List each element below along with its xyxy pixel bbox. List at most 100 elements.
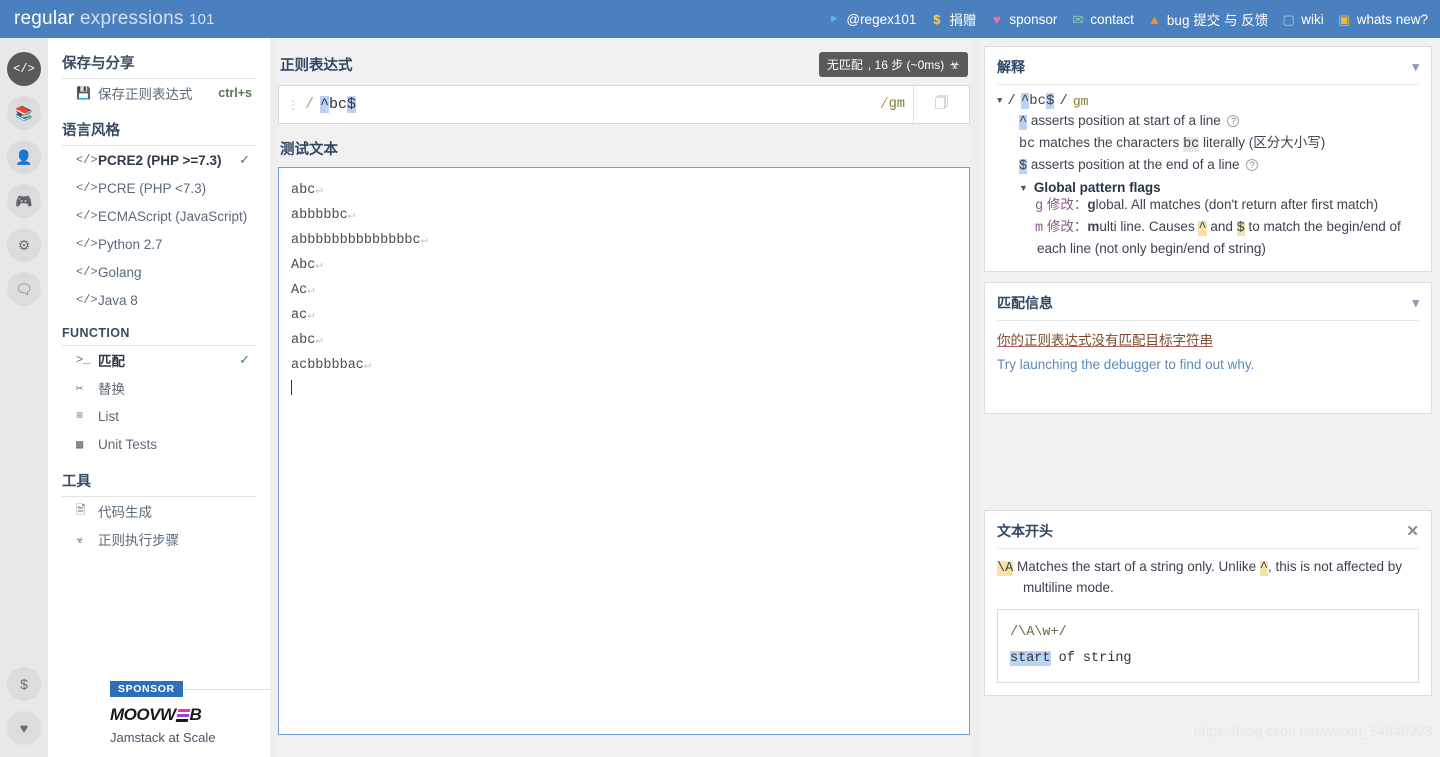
sidebar-function-list[interactable]: ≡ List bbox=[62, 402, 256, 430]
rail-code-button[interactable]: </> bbox=[7, 52, 41, 86]
launch-debugger-link[interactable]: Try launching the debugger to find out w… bbox=[997, 357, 1419, 372]
explanation-card: 解释 ▾ ▼ / ^bc$ / gm ^ asserts position at… bbox=[984, 46, 1432, 272]
sidebar-flavor-java[interactable]: </> Java 8 bbox=[62, 286, 256, 314]
sidebar-section-function: FUNCTION bbox=[62, 326, 256, 346]
regex-input-inner[interactable]: ⋮ / ^bc$ bbox=[279, 86, 880, 123]
sidebar-item-save-regex[interactable]: 💾 保存正则表达式 ctrl+s bbox=[62, 79, 256, 107]
debugger-icon: ☣ bbox=[949, 57, 960, 72]
example-match-highlight: start bbox=[1010, 651, 1051, 666]
expand-triangle-icon[interactable]: ▼ bbox=[997, 96, 1002, 106]
function-label: 匹配 bbox=[98, 354, 125, 369]
rail-account-button[interactable]: 👤 bbox=[7, 140, 41, 174]
sidebar-tool-debugger[interactable]: ☣ 正则执行步骤 bbox=[62, 525, 256, 553]
right-panel-column: 解释 ▾ ▼ / ^bc$ / gm ^ asserts position at… bbox=[982, 38, 1440, 757]
match-steps-badge[interactable]: 无匹配 , 16 步 (~0ms) ☣ bbox=[818, 52, 968, 77]
site-logo[interactable]: regular expressions 101 bbox=[14, 8, 215, 30]
test-line-text: acbbbbbac bbox=[291, 358, 364, 373]
explanation-title: 解释 bbox=[997, 59, 1025, 75]
heart-icon: ♥ bbox=[993, 11, 1001, 27]
test-line: Ac↵ bbox=[291, 278, 957, 303]
code-icon: </> bbox=[76, 181, 98, 195]
newline-icon: ↵ bbox=[420, 233, 428, 247]
regex-open-delimiter: / bbox=[305, 96, 315, 113]
test-line-text: abc bbox=[291, 183, 316, 198]
nav-sponsor-label: sponsor bbox=[1009, 11, 1058, 27]
nav-donate[interactable]: $ 捐赠 bbox=[929, 9, 976, 29]
nav-contact[interactable]: ✉ contact bbox=[1070, 11, 1134, 27]
quick-ref-example-pattern: /\A\w+/ bbox=[1010, 625, 1067, 640]
rail-settings-button[interactable]: ⚙ bbox=[7, 228, 41, 262]
top-navigation: ⯈ @regex101 $ 捐赠 ♥ sponsor ✉ contact ▲ bug 提交… bbox=[826, 9, 1428, 29]
donate-icon: $ bbox=[20, 676, 28, 692]
code-icon: </> bbox=[76, 237, 98, 251]
explanation-line-caret: ^ asserts position at start of a line ? bbox=[997, 111, 1419, 133]
sidebar-tool-code-generator[interactable]: 🖹 代码生成 bbox=[62, 497, 256, 525]
flag-modifier-label: 修改： bbox=[1046, 219, 1088, 234]
help-icon[interactable]: ? bbox=[1227, 115, 1240, 127]
chevron-down-icon[interactable]: ▾ bbox=[1412, 295, 1419, 311]
regex-input-box[interactable]: ⋮ / ^bc$ / gm 🗍 bbox=[278, 85, 970, 124]
text-cursor bbox=[291, 380, 292, 395]
test-line-text: ac bbox=[291, 308, 308, 323]
unit-test-icon: ▩ bbox=[76, 437, 84, 452]
test-line: abc↵ bbox=[291, 178, 957, 203]
rail-sponsor-button[interactable]: ♥ bbox=[7, 711, 41, 745]
expl-anchor-end: $ bbox=[1046, 93, 1055, 109]
sidebar-flavor-pcre[interactable]: </> PCRE (PHP <7.3) bbox=[62, 174, 256, 202]
nav-wiki-label: wiki bbox=[1301, 11, 1324, 27]
nav-twitter[interactable]: ⯈ @regex101 bbox=[826, 11, 917, 27]
test-string-textarea[interactable]: abc↵ abbbbbc↵ abbbbbbbbbbbbbbc↵ Abc↵ Ac↵… bbox=[278, 167, 970, 735]
steps-text: , 16 步 (~0ms) bbox=[867, 58, 945, 72]
global-flags-header[interactable]: ▼ Global pattern flags bbox=[997, 180, 1419, 195]
flavor-label: PCRE (PHP <7.3) bbox=[98, 180, 207, 196]
flag-bold-m: m bbox=[1087, 219, 1100, 234]
pattern-anchor-start: ^ bbox=[320, 96, 330, 113]
code-icon: </> bbox=[76, 293, 98, 307]
nav-whats-new[interactable]: ▣ whats new? bbox=[1337, 12, 1428, 27]
help-icon[interactable]: ? bbox=[1246, 159, 1259, 171]
sidebar-flavor-ecmascript[interactable]: </> ECMAScript (JavaScript) bbox=[62, 202, 256, 230]
code-icon: </> bbox=[76, 265, 98, 279]
library-icon: 📚 bbox=[15, 104, 33, 121]
flag-line-multiline: m 修改：multi line. Causes ^ and $ to match… bbox=[997, 217, 1419, 259]
rail-chat-button[interactable]: 🗨 bbox=[7, 272, 41, 306]
rail-donate-button[interactable]: $ bbox=[7, 667, 41, 701]
chat-icon: 🗨 bbox=[15, 280, 33, 297]
sidebar-function-substitute[interactable]: ✂ 替换 bbox=[62, 374, 256, 402]
sidebar-section-save-share: 保存与分享 bbox=[62, 52, 256, 79]
sponsor-block[interactable]: SPONSOR MOOVW B Jamstack at Scale bbox=[110, 681, 270, 745]
nav-twitter-label: @regex101 bbox=[846, 11, 917, 27]
sidebar-flavor-golang[interactable]: </> Golang bbox=[62, 258, 256, 286]
nav-sponsor[interactable]: ♥ sponsor bbox=[989, 12, 1057, 27]
copy-regex-button[interactable]: 🗍 bbox=[913, 86, 969, 123]
rail-gamepad-button[interactable]: 🎮 bbox=[7, 184, 41, 218]
close-icon[interactable]: ✕ bbox=[1406, 524, 1419, 539]
nav-bug-report[interactable]: ▲ bug 提交 与 反馈 bbox=[1147, 9, 1268, 29]
sidebar-function-match[interactable]: >_ 匹配 ✓ bbox=[62, 346, 256, 374]
sidebar-function-unit-tests[interactable]: ▩ Unit Tests bbox=[62, 430, 256, 458]
list-icon: ≡ bbox=[76, 409, 84, 423]
drag-handle-icon[interactable]: ⋮ bbox=[287, 99, 299, 111]
top-header-bar: regular expressions 101 ⯈ @regex101 $ 捐赠 ♥… bbox=[0, 0, 1440, 38]
nav-wiki[interactable]: ▢ wiki bbox=[1281, 12, 1324, 27]
test-line-text: Abc bbox=[291, 258, 316, 273]
test-panel-title: 测试文本 bbox=[280, 142, 338, 158]
token-bc: bc bbox=[1019, 137, 1036, 152]
save-regex-label: 保存正则表达式 bbox=[98, 87, 193, 102]
regex-pattern[interactable]: ^bc$ bbox=[320, 96, 357, 113]
test-line: abbbbbbbbbbbbbbc↵ bbox=[291, 228, 957, 253]
scissors-icon: ✂ bbox=[76, 381, 84, 396]
chevron-down-icon[interactable]: ▾ bbox=[1412, 59, 1419, 75]
explanation-header: 解释 ▾ bbox=[997, 57, 1419, 85]
logo-101: 101 bbox=[189, 11, 215, 28]
rail-library-button[interactable]: 📚 bbox=[7, 96, 41, 130]
sponsor-logo-left: MOOVW bbox=[110, 705, 176, 724]
function-label: Unit Tests bbox=[98, 436, 158, 452]
regex-flags[interactable]: gm bbox=[889, 97, 905, 112]
sidebar-flavor-python[interactable]: </> Python 2.7 bbox=[62, 230, 256, 258]
sidebar-flavor-pcre2[interactable]: </> PCRE2 (PHP >=7.3) ✓ bbox=[62, 146, 256, 174]
twitter-icon: ⯈ bbox=[828, 11, 840, 27]
match-info-title: 匹配信息 bbox=[997, 295, 1053, 311]
code-file-icon: 🖹 bbox=[76, 503, 86, 518]
nav-contact-label: contact bbox=[1090, 11, 1134, 27]
